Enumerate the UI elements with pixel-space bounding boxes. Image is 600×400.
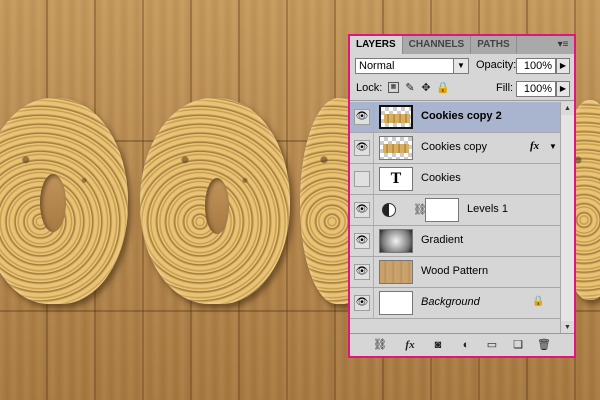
eye-icon[interactable]: 👁 [354, 202, 370, 218]
cookie-hole [205, 178, 229, 234]
blend-mode-value: Normal [359, 60, 395, 72]
gradient-thumbnail[interactable] [379, 229, 413, 253]
wood-thumbnail[interactable] [379, 260, 413, 284]
chevron-down-icon[interactable]: ▼ [453, 59, 468, 73]
add-mask-icon[interactable]: ◙ [430, 338, 446, 352]
expand-effects-icon[interactable]: ▼ [549, 142, 557, 151]
layers-panel: LAYERS CHANNELS PATHS ▾≡ Normal ▼ Opacit… [348, 34, 576, 358]
link-layers-icon[interactable]: ⛓ [372, 338, 388, 352]
add-style-icon[interactable]: fx [402, 338, 418, 352]
layer-name[interactable]: Cookies copy 2 [421, 110, 502, 122]
opacity-slider-arrow-icon[interactable]: ▶ [556, 58, 570, 74]
opacity-input[interactable]: 100% [516, 58, 556, 74]
eye-icon[interactable]: 👁 [354, 295, 370, 311]
cookie-hole [40, 174, 66, 232]
layer-row-cookies-copy-2[interactable]: 👁 Cookies copy 2 [350, 102, 560, 133]
layer-name[interactable]: Cookies copy [421, 141, 487, 153]
levels-adjustment-icon[interactable] [382, 203, 396, 217]
divider [373, 257, 374, 287]
lock-icon: 🔒 [532, 296, 545, 307]
layer-row-cookies-copy[interactable]: 👁 Cookies copy fx ▼ [350, 133, 560, 164]
lock-label: Lock: [356, 82, 383, 94]
eye-hidden-icon[interactable]: 👁 [354, 171, 370, 187]
lock-transparency-icon[interactable]: ▦ [388, 82, 399, 93]
divider [373, 288, 374, 318]
opacity-label: Opacity: [476, 59, 517, 71]
tab-channels[interactable]: CHANNELS [403, 36, 472, 54]
layers-scrollbar[interactable]: ▲ ▼ [560, 102, 574, 334]
type-layer-thumbnail[interactable]: T [379, 167, 413, 191]
layers-list: 👁 Cookies copy 2 👁 Cookies copy fx ▼ 👁 T… [350, 102, 560, 334]
lock-all-icon[interactable]: 🔒 [436, 82, 450, 94]
cookie-letter-o [140, 98, 290, 304]
cookie-text-thumbnail[interactable] [379, 136, 413, 160]
divider [373, 226, 374, 256]
layer-name[interactable]: Background [421, 296, 480, 308]
layer-name[interactable]: Levels 1 [467, 203, 508, 215]
layer-row-gradient[interactable]: 👁 Gradient [350, 226, 560, 257]
divider [373, 195, 374, 225]
divider [373, 102, 374, 132]
divider [373, 133, 374, 163]
tab-paths[interactable]: PATHS [471, 36, 517, 54]
fx-icon[interactable]: fx [530, 140, 539, 152]
lock-row: Lock: ▦ ✎ ✥ 🔒 Fill: 100% ▶ [350, 78, 574, 101]
adjustment-layer-icon[interactable]: ◐ [458, 338, 474, 352]
thumbnail-content [383, 144, 409, 153]
layer-name[interactable]: Gradient [421, 234, 463, 246]
fill-slider-arrow-icon[interactable]: ▶ [556, 81, 570, 97]
white-thumbnail[interactable] [379, 291, 413, 315]
layer-row-levels-1[interactable]: 👁 ⛓ Levels 1 [350, 195, 560, 226]
blend-mode-select[interactable]: Normal ▼ [355, 58, 469, 74]
fill-input[interactable]: 100% [516, 81, 556, 97]
panel-menu-icon[interactable]: ▾≡ [556, 39, 570, 51]
fill-label: Fill: [496, 82, 514, 94]
thumbnail-content [384, 114, 410, 123]
layer-row-background[interactable]: 👁 Background 🔒 [350, 288, 560, 319]
cookie-text-thumbnail[interactable] [379, 105, 413, 129]
tab-layers[interactable]: LAYERS [350, 36, 403, 54]
divider [373, 164, 374, 194]
eye-icon[interactable]: 👁 [354, 233, 370, 249]
layer-row-wood-pattern[interactable]: 👁 Wood Pattern [350, 257, 560, 288]
layer-row-cookies[interactable]: 👁 T Cookies [350, 164, 560, 195]
delete-layer-icon[interactable]: 🗑 [536, 338, 552, 352]
new-group-icon[interactable]: ▭ [484, 338, 500, 352]
panel-tab-bar: LAYERS CHANNELS PATHS ▾≡ [350, 36, 574, 54]
eye-icon[interactable]: 👁 [354, 109, 370, 125]
cookie-letter-o [0, 98, 128, 304]
layer-name[interactable]: Cookies [421, 172, 461, 184]
lock-position-icon[interactable]: ✥ [420, 82, 432, 94]
blend-row: Normal ▼ Opacity: 100% ▶ [350, 54, 574, 78]
layer-mask-thumbnail[interactable] [425, 198, 459, 222]
lock-image-brush-icon[interactable]: ✎ [404, 82, 416, 94]
scroll-up-icon[interactable]: ▲ [561, 102, 574, 115]
layer-name[interactable]: Wood Pattern [421, 265, 488, 277]
eye-icon[interactable]: 👁 [354, 264, 370, 280]
panel-footer: ⛓ fx ◙ ◐ ▭ ❏ 🗑 [350, 333, 574, 356]
new-layer-icon[interactable]: ❏ [510, 338, 526, 352]
eye-icon[interactable]: 👁 [354, 140, 370, 156]
